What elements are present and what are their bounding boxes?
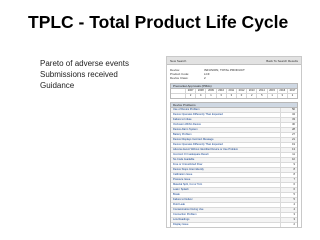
device-problem-count: 19 xyxy=(280,143,297,147)
new-search-link[interactable]: New Search xyxy=(170,59,186,63)
device-problem-name[interactable]: Calibration Issue xyxy=(171,173,280,177)
premarket-year-cell: 2016 xyxy=(278,89,288,93)
premarket-count-cell[interactable]: 5 xyxy=(257,94,268,98)
device-problem-count: 6 xyxy=(280,183,297,187)
device-problem-count: 8 xyxy=(280,173,297,177)
premarket-count-cell[interactable]: 0 xyxy=(237,94,248,98)
premarket-year-cell: 2007 xyxy=(186,89,197,93)
device-meta: Device: INFUSION, TOTAL PRODUCT Product … xyxy=(170,68,298,80)
premarket-year-cell: 2017 xyxy=(289,89,296,92)
bullet-item: Pareto of adverse events xyxy=(40,59,129,68)
device-problem-count: 34 xyxy=(280,113,297,117)
premarket-year-cell: 2008 xyxy=(196,89,207,93)
device-problem-count: 33 xyxy=(280,118,297,122)
device-problem-count: 4 xyxy=(280,208,297,212)
premarket-year-cell: 2013 xyxy=(247,89,258,93)
device-problem-count: 5 xyxy=(280,193,297,197)
bullet-item: Guidance xyxy=(40,81,75,90)
device-problem-count: 7 xyxy=(280,178,297,182)
meta-value: 2 xyxy=(204,76,206,80)
device-problem-count: 8 xyxy=(280,168,297,172)
device-problem-name[interactable]: Connection Problem xyxy=(171,213,280,217)
device-problem-name[interactable]: Device Operates Differently Than Expecte… xyxy=(171,113,280,117)
premarket-year-cell: 2015 xyxy=(268,89,278,93)
device-problem-name[interactable]: Pressure Issue xyxy=(171,178,280,182)
premarket-count-cell[interactable]: 1 xyxy=(268,94,278,98)
device-problem-name[interactable]: Device Operates Differently Than Expecte… xyxy=(171,143,280,147)
device-problem-name[interactable]: Fluid Leak xyxy=(171,203,280,207)
device-problem-name[interactable]: Free or Unrestricted Flow xyxy=(171,163,280,167)
back-to-results-link[interactable]: Back To Search Results xyxy=(266,59,298,63)
tplc-screenshot: New Search Back To Search Results Device… xyxy=(166,56,302,228)
device-problem-count: 21 xyxy=(280,138,297,142)
device-problem-name[interactable]: Leak / Splash xyxy=(171,188,280,192)
device-problem-count: 9 xyxy=(280,163,297,167)
premarket-counts-row: 24133025132 xyxy=(171,94,297,98)
device-problem-count: 2 xyxy=(280,223,297,227)
premarket-row-label xyxy=(171,89,186,93)
device-problem-name[interactable]: Failure to Infuse xyxy=(171,118,280,122)
device-problem-name[interactable]: Device Displays Incorrect Message xyxy=(171,138,280,142)
device-problem-count: 50 xyxy=(280,108,297,112)
device-problem-name[interactable]: Contamination During Use xyxy=(171,208,280,212)
premarket-count-cell[interactable]: 2 xyxy=(247,94,258,98)
device-problem-name[interactable]: Device Alarm System xyxy=(171,128,280,132)
device-problem-name[interactable]: Failure to Deliver xyxy=(171,198,280,202)
premarket-count-cell[interactable]: 2 xyxy=(288,94,297,98)
premarket-count-cell[interactable]: 3 xyxy=(227,94,237,98)
premarket-count-cell[interactable]: 3 xyxy=(217,94,227,98)
device-problem-name[interactable]: Use of Device Problem xyxy=(171,108,280,112)
meta-row: Device Class: 2 xyxy=(170,76,298,80)
premarket-count-cell[interactable]: 4 xyxy=(196,94,207,98)
device-problem-count: 5 xyxy=(280,198,297,202)
device-problem-name[interactable]: No Code Available xyxy=(171,158,280,162)
device-problems-body: Use of Device Problem 50 Device Operates D… xyxy=(171,108,297,227)
device-problem-count: 28 xyxy=(280,128,297,132)
device-problem-name[interactable]: Occlusion Within Device xyxy=(171,123,280,127)
device-problem-row[interactable]: Display Issue 2 xyxy=(171,223,297,227)
device-problem-count: 13 xyxy=(280,148,297,152)
bullet-item: Submissions received xyxy=(40,70,118,79)
premarket-year-cell: 2009 xyxy=(206,89,217,93)
premarket-year-cell: 2010 xyxy=(217,89,227,93)
device-problem-name[interactable]: Incorrect Or Inadequate Result xyxy=(171,153,280,157)
device-problem-name[interactable]: Material Split, Cut or Torn xyxy=(171,183,280,187)
meta-value: INFUSION, TOTAL PRODUCT xyxy=(204,68,245,72)
device-problem-count: 4 xyxy=(280,203,297,207)
slide-title: TPLC - Total Product Life Cycle xyxy=(28,12,289,32)
screenshot-topbar: New Search Back To Search Results xyxy=(167,57,301,65)
device-problem-count: 11 xyxy=(280,153,297,157)
bullet-list: Pareto of adverse events Submissions rec… xyxy=(40,58,129,91)
premarket-year-cell: 2014 xyxy=(257,89,268,93)
premarket-row-label xyxy=(171,94,186,98)
premarket-table: Premarket Approvals (PMAs) 2007 2008 2009 2… xyxy=(170,83,298,99)
premarket-year-cell: 2011 xyxy=(227,89,237,93)
meta-label: Device Class: xyxy=(170,76,189,80)
premarket-count-cell[interactable]: 3 xyxy=(278,94,288,98)
device-problem-count: 3 xyxy=(280,213,297,217)
device-problem-name[interactable]: Display Issue xyxy=(171,223,280,227)
device-problem-name[interactable]: Low Readings xyxy=(171,218,280,222)
device-problem-name[interactable]: Device Stops Intermittently xyxy=(171,168,280,172)
premarket-count-cell[interactable]: 2 xyxy=(186,94,197,98)
device-problem-name[interactable]: Break xyxy=(171,193,280,197)
premarket-count-cell[interactable]: 1 xyxy=(206,94,217,98)
device-problem-count: 30 xyxy=(280,123,297,127)
device-problems-table: Device Problems Use of Device Problem 50 D… xyxy=(170,102,298,227)
device-problem-count: 27 xyxy=(280,133,297,137)
device-problem-count: 10 xyxy=(280,158,297,162)
premarket-year-cell: 2012 xyxy=(237,89,248,93)
device-problem-name[interactable]: Battery Problem xyxy=(171,133,280,137)
device-problem-name[interactable]: Adverse Event Without Identified Device … xyxy=(171,148,280,152)
device-problem-count: 3 xyxy=(280,218,297,222)
device-problem-count: 6 xyxy=(280,188,297,192)
